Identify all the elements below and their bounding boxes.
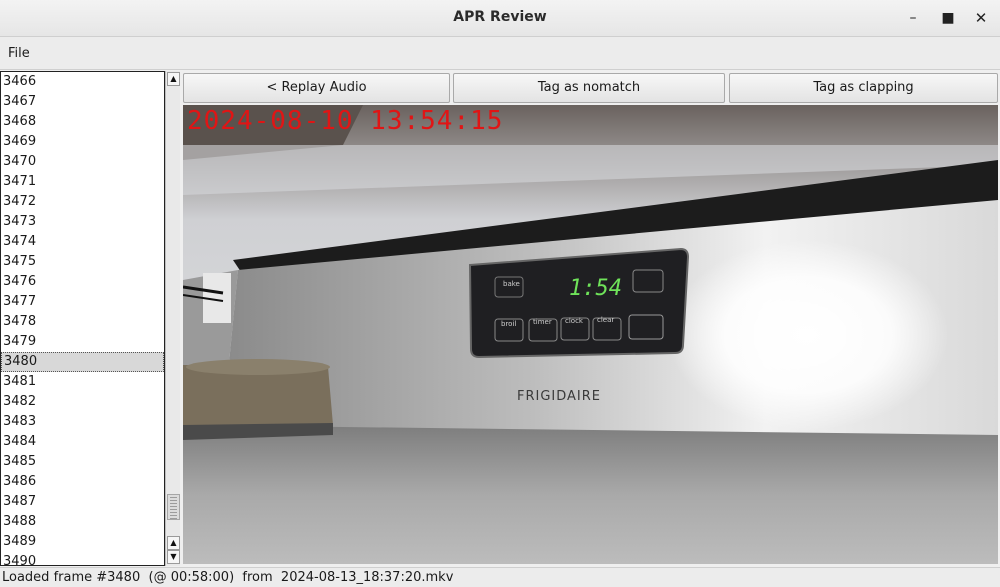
frame-list-item[interactable]: 3471 bbox=[1, 172, 164, 192]
frame-list-item[interactable]: 3482 bbox=[1, 392, 164, 412]
scroll-thumb[interactable] bbox=[167, 494, 180, 520]
frame-list-item[interactable]: 3490 bbox=[1, 552, 164, 565]
frame-list-item[interactable]: 3470 bbox=[1, 152, 164, 172]
frame-list-item[interactable]: 3476 bbox=[1, 272, 164, 292]
minimize-icon[interactable]: – bbox=[900, 6, 926, 30]
oven-display-time: 1:54 bbox=[569, 276, 622, 301]
frame-list-item[interactable]: 3486 bbox=[1, 472, 164, 492]
menu-bar: File bbox=[0, 37, 1000, 70]
frame-list[interactable]: 3466 3467 3468 3469 3470 3471 3472 3473 3474 3475… bbox=[0, 71, 165, 566]
frame-list-item[interactable]: 3474 bbox=[1, 232, 164, 252]
status-bar: Loaded frame #3480 (@ 00:58:00) from 202… bbox=[0, 567, 1000, 587]
close-icon[interactable]: ✕ bbox=[968, 6, 994, 30]
tag-clapping-button[interactable]: Tag as clapping bbox=[729, 73, 998, 103]
scroll-up-arrow-icon[interactable]: ▲ bbox=[167, 72, 180, 86]
window-title: APR Review bbox=[453, 9, 547, 25]
frame-list-item[interactable]: 3478 bbox=[1, 312, 164, 332]
frame-list-item[interactable]: 3485 bbox=[1, 452, 164, 472]
oven-key-label: timer bbox=[533, 318, 552, 326]
frame-list-item[interactable]: 3477 bbox=[1, 292, 164, 312]
frame-list-item[interactable]: 3468 bbox=[1, 112, 164, 132]
frame-list-item[interactable]: 3466 bbox=[1, 72, 164, 92]
frame-list-item[interactable]: 3483 bbox=[1, 412, 164, 432]
timestamp-overlay: 2024-08-10 13:54:15 bbox=[187, 106, 504, 136]
frame-list-item[interactable]: 3467 bbox=[1, 92, 164, 112]
frame-list-scrollbar[interactable]: ▲ ▲ ▼ bbox=[165, 71, 180, 566]
video-frame: 2024-08-10 13:54:15 1:54 FRIGIDAIRE bake… bbox=[183, 105, 998, 564]
frame-list-item[interactable]: 3479 bbox=[1, 332, 164, 352]
frame-list-item[interactable]: 3473 bbox=[1, 212, 164, 232]
status-text: Loaded frame #3480 (@ 00:58:00) from 202… bbox=[2, 570, 454, 585]
scroll-down-arrow-icon[interactable]: ▼ bbox=[167, 550, 180, 564]
tag-nomatch-button[interactable]: Tag as nomatch bbox=[453, 73, 725, 103]
title-bar: APR Review – ■ ✕ bbox=[0, 0, 1000, 37]
menu-file[interactable]: File bbox=[8, 46, 30, 61]
frame-list-item[interactable]: 3475 bbox=[1, 252, 164, 272]
replay-audio-button[interactable]: < Replay Audio bbox=[183, 73, 450, 103]
brand-label: FRIGIDAIRE bbox=[517, 389, 602, 404]
frame-list-item[interactable]: 3480 bbox=[1, 352, 164, 372]
video-scene bbox=[183, 105, 998, 564]
frame-list-item[interactable]: 3489 bbox=[1, 532, 164, 552]
frame-list-item[interactable]: 3472 bbox=[1, 192, 164, 212]
oven-key-label: clock bbox=[565, 317, 583, 325]
frame-list-item[interactable]: 3484 bbox=[1, 432, 164, 452]
oven-key-label: clear bbox=[597, 316, 615, 324]
frame-list-item[interactable]: 3487 bbox=[1, 492, 164, 512]
maximize-icon[interactable]: ■ bbox=[935, 6, 961, 30]
scroll-up-arrow-icon[interactable]: ▲ bbox=[167, 536, 180, 550]
frame-list-item[interactable]: 3488 bbox=[1, 512, 164, 532]
oven-key-label: bake bbox=[503, 280, 520, 288]
frame-list-item[interactable]: 3481 bbox=[1, 372, 164, 392]
oven-key-label: broil bbox=[501, 320, 517, 328]
frame-list-item[interactable]: 3469 bbox=[1, 132, 164, 152]
